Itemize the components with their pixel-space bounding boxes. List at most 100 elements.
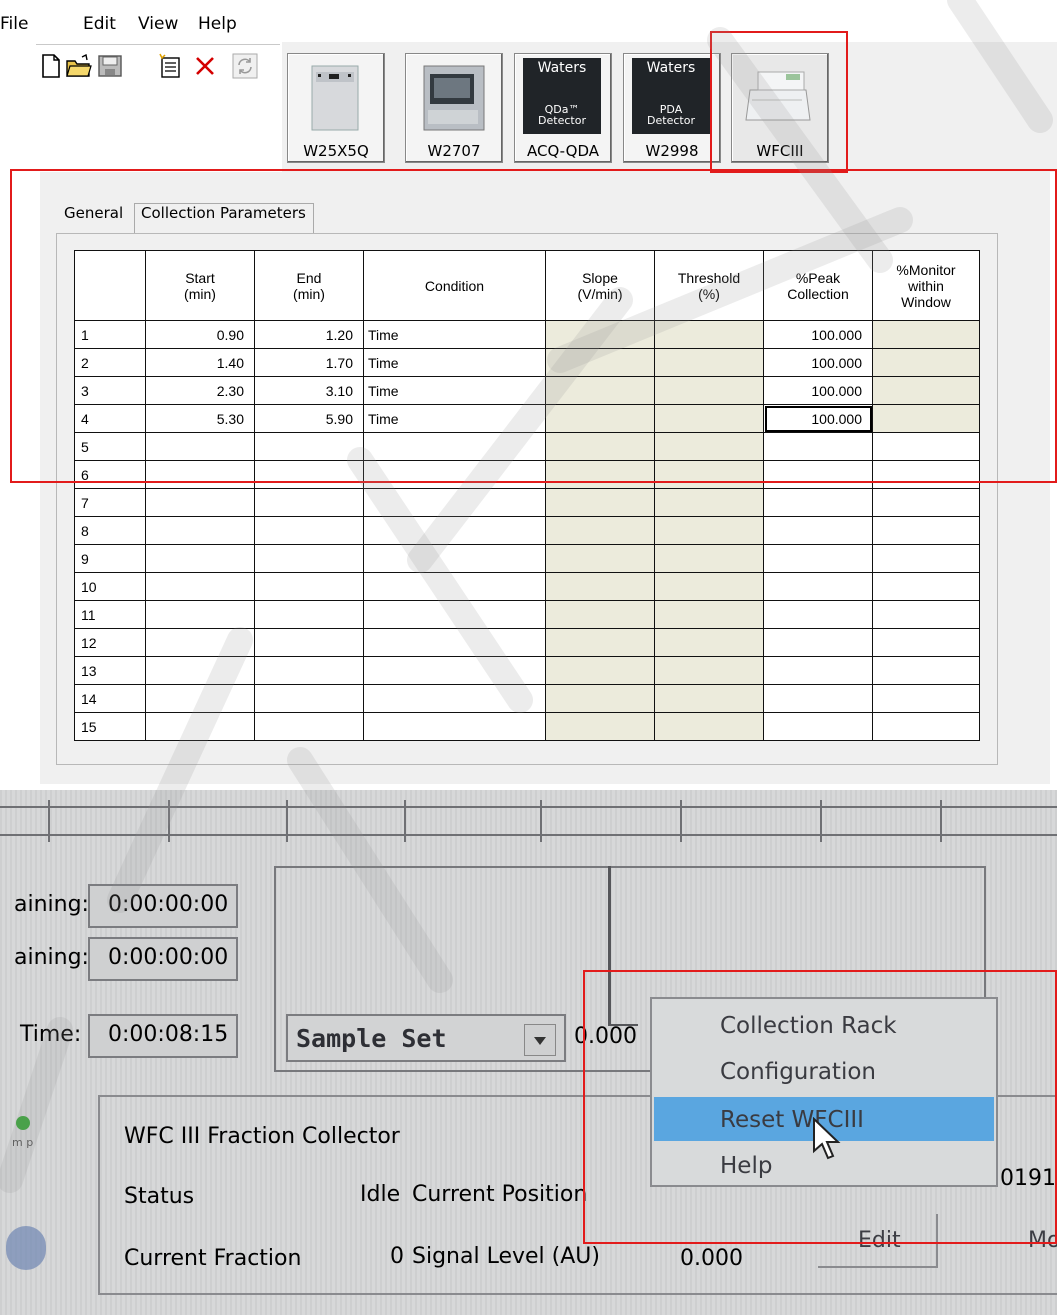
- row-number-cell: 11: [74, 600, 146, 629]
- start-cell[interactable]: [145, 600, 255, 629]
- peak-collection-cell[interactable]: [763, 600, 873, 629]
- start-cell[interactable]: [145, 516, 255, 545]
- threshold-cell[interactable]: [654, 656, 764, 685]
- instrument-label: ACQ-QDA: [526, 142, 599, 160]
- monitor-window-cell[interactable]: [872, 572, 980, 601]
- slope-cell[interactable]: [545, 572, 655, 601]
- slope-cell[interactable]: [545, 656, 655, 685]
- instrument-w25x5q-button[interactable]: W25X5Q: [287, 53, 385, 163]
- start-cell[interactable]: [145, 572, 255, 601]
- instrument-label: W2998: [645, 142, 699, 160]
- windows-start-icon[interactable]: [6, 1226, 46, 1270]
- condition-cell[interactable]: [363, 684, 546, 713]
- monitor-window-cell[interactable]: [872, 628, 980, 657]
- open-folder-icon[interactable]: [64, 52, 94, 80]
- end-cell[interactable]: [254, 572, 364, 601]
- new-document-icon[interactable]: [38, 52, 64, 80]
- threshold-cell[interactable]: [654, 628, 764, 657]
- monitor-window-cell[interactable]: [872, 544, 980, 573]
- slope-cell[interactable]: [545, 516, 655, 545]
- slope-cell[interactable]: [545, 628, 655, 657]
- menu-file[interactable]: File: [0, 14, 28, 34]
- start-cell[interactable]: [145, 544, 255, 573]
- condition-cell[interactable]: [363, 712, 546, 741]
- current-fraction-value: 0: [390, 1244, 404, 1269]
- end-cell[interactable]: [254, 628, 364, 657]
- condition-cell[interactable]: [363, 628, 546, 657]
- threshold-cell[interactable]: [654, 600, 764, 629]
- row-number-cell: 12: [74, 628, 146, 657]
- row-number-cell: 14: [74, 684, 146, 713]
- peak-collection-cell[interactable]: [763, 712, 873, 741]
- monitor-window-cell[interactable]: [872, 600, 980, 629]
- start-cell[interactable]: [145, 656, 255, 685]
- monitor-window-cell[interactable]: [872, 656, 980, 685]
- row-number-cell: 7: [74, 488, 146, 517]
- sample-set-dropdown[interactable]: Sample Set: [286, 1014, 566, 1062]
- elapsed-time: 0:00:08:15: [88, 1014, 238, 1058]
- end-cell[interactable]: [254, 684, 364, 713]
- table-row: 9: [74, 544, 980, 573]
- peak-collection-cell[interactable]: [763, 656, 873, 685]
- start-cell[interactable]: [145, 488, 255, 517]
- chevron-down-icon[interactable]: [524, 1024, 556, 1056]
- condition-cell[interactable]: [363, 544, 546, 573]
- slope-cell[interactable]: [545, 544, 655, 573]
- slope-cell[interactable]: [545, 600, 655, 629]
- condition-cell[interactable]: [363, 656, 546, 685]
- time-label: Time:: [20, 1022, 82, 1047]
- threshold-cell[interactable]: [654, 572, 764, 601]
- end-cell[interactable]: [254, 488, 364, 517]
- condition-cell[interactable]: [363, 572, 546, 601]
- table-row: 11: [74, 600, 980, 629]
- monitor-window-cell[interactable]: [872, 684, 980, 713]
- end-cell[interactable]: [254, 516, 364, 545]
- monitor-window-cell[interactable]: [872, 712, 980, 741]
- instrument-w2998-button[interactable]: Waters PDA Detector W2998: [623, 53, 721, 163]
- save-icon[interactable]: [95, 52, 125, 80]
- delete-icon[interactable]: [192, 52, 218, 80]
- end-cell[interactable]: [254, 656, 364, 685]
- condition-cell[interactable]: [363, 488, 546, 517]
- peak-collection-cell[interactable]: [763, 572, 873, 601]
- pda-detector-icon: Waters PDA Detector: [632, 58, 710, 134]
- slope-cell[interactable]: [545, 712, 655, 741]
- instrument-acq-qda-button[interactable]: Waters QDa™ Detector ACQ-QDA: [514, 53, 612, 163]
- threshold-cell[interactable]: [654, 488, 764, 517]
- current-position-label: Current Position: [412, 1182, 588, 1207]
- peak-collection-cell[interactable]: [763, 684, 873, 713]
- end-cell[interactable]: [254, 600, 364, 629]
- start-cell[interactable]: [145, 684, 255, 713]
- remaining-time-1: 0:00:00:00: [88, 884, 238, 928]
- menu-edit[interactable]: Edit: [83, 14, 116, 34]
- threshold-cell[interactable]: [654, 712, 764, 741]
- condition-cell[interactable]: [363, 516, 546, 545]
- table-row: 7: [74, 488, 980, 517]
- status-value: Idle: [360, 1182, 401, 1207]
- slope-cell[interactable]: [545, 684, 655, 713]
- threshold-cell[interactable]: [654, 516, 764, 545]
- instrument-w2707-button[interactable]: W2707: [405, 53, 503, 163]
- slope-cell[interactable]: [545, 488, 655, 517]
- peak-collection-cell[interactable]: [763, 544, 873, 573]
- peak-collection-cell[interactable]: [763, 516, 873, 545]
- table-row: 14: [74, 684, 980, 713]
- row-number-cell: 10: [74, 572, 146, 601]
- monitor-window-cell[interactable]: [872, 516, 980, 545]
- peak-collection-cell[interactable]: [763, 628, 873, 657]
- end-cell[interactable]: [254, 712, 364, 741]
- condition-cell[interactable]: [363, 600, 546, 629]
- end-cell[interactable]: [254, 544, 364, 573]
- table-row: 10: [74, 572, 980, 601]
- menu-help[interactable]: Help: [198, 14, 237, 34]
- monitor-window-cell[interactable]: [872, 488, 980, 517]
- threshold-cell[interactable]: [654, 544, 764, 573]
- threshold-cell[interactable]: [654, 684, 764, 713]
- menu-view[interactable]: View: [138, 14, 178, 34]
- refresh-icon[interactable]: [230, 52, 260, 80]
- start-cell[interactable]: [145, 712, 255, 741]
- column-heater-icon: [311, 65, 359, 131]
- start-cell[interactable]: [145, 628, 255, 657]
- peak-collection-cell[interactable]: [763, 488, 873, 517]
- properties-icon[interactable]: [155, 52, 185, 80]
